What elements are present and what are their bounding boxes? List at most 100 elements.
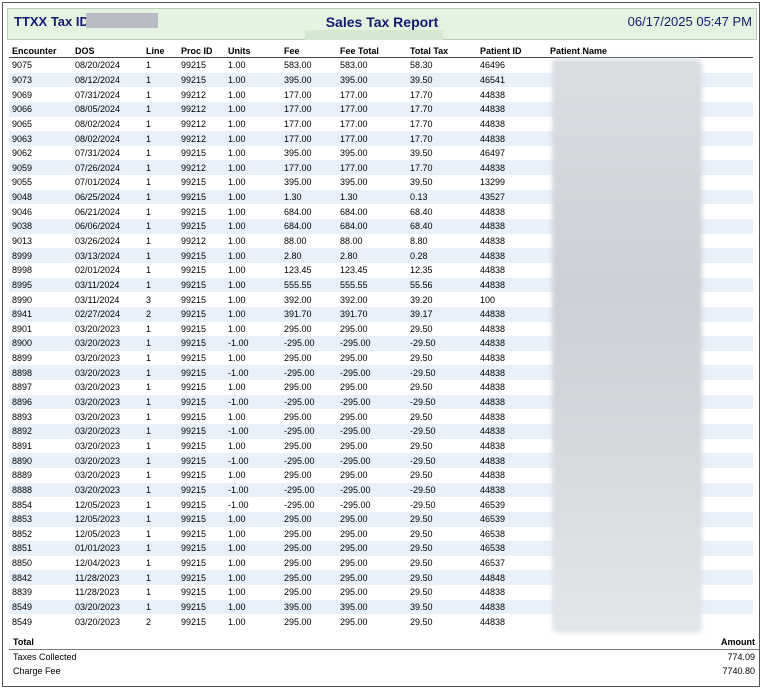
cell-dos: 12/05/2023: [75, 499, 121, 510]
cell-encounter: 8549: [9, 599, 72, 615]
cell-dos: 07/26/2024: [72, 160, 143, 176]
column-header: Patient Name: [547, 45, 753, 58]
cell-dos: 02/27/2024: [72, 306, 143, 322]
redacted-subtitle: [305, 30, 443, 40]
cell-fee: -295.00: [281, 482, 337, 498]
cell-dos: 03/20/2023: [72, 394, 143, 410]
cell-fee: 295.00: [284, 528, 312, 539]
cell-fee-total: -295.00: [337, 394, 407, 410]
cell-fee-total: 395.00: [340, 177, 368, 188]
cell-units: 1.00: [225, 541, 281, 556]
cell-proc: 99215: [181, 558, 207, 569]
cell-units: 1.00: [228, 236, 246, 246]
cell-encounter: 8897: [12, 382, 33, 393]
cell-patient-id: 44838: [480, 353, 506, 364]
cell-fee-total: 177.00: [340, 89, 368, 100]
cell-fee: 177.00: [284, 118, 312, 129]
cell-units: 1.00: [228, 587, 246, 598]
cell-proc: 99212: [181, 89, 207, 100]
cell-line: 1: [146, 89, 152, 100]
cell-patient-id: 13299: [480, 177, 506, 188]
cell-proc: 99215: [178, 453, 225, 468]
cell-fee: 177.00: [284, 89, 312, 100]
cell-proc: 99215: [178, 482, 225, 498]
cell-fee-total: 295.00: [340, 353, 368, 364]
cell-line: 1: [146, 353, 152, 364]
redacted-patient-names: [552, 59, 702, 633]
cell-dos: 12/05/2023: [75, 528, 121, 539]
cell-proc: 99215: [181, 148, 207, 159]
cell-encounter: 8898: [9, 365, 72, 381]
cell-tax: 0.13: [407, 189, 477, 205]
cell-tax: 39.50: [407, 599, 477, 615]
cell-proc: 99212: [178, 131, 225, 146]
cell-line: 1: [146, 148, 152, 159]
cell-patient-id: 44838: [477, 482, 547, 498]
cell-proc: 99215: [178, 541, 225, 556]
cell-fee-total: 295.00: [340, 440, 368, 451]
cell-fee-total: -295.00: [337, 336, 407, 351]
cell-units: 1.00: [225, 306, 281, 322]
cell-fee-total: -295.00: [340, 499, 371, 510]
cell-line: 1: [143, 599, 178, 615]
cell-fee-total: 295.00: [340, 587, 368, 598]
cell-patient-id: 44838: [477, 394, 547, 410]
cell-fee-total: -295.00: [337, 365, 407, 381]
cell-tax: 39.50: [410, 177, 433, 188]
cell-fee: 295.00: [284, 558, 312, 569]
cell-patient-id: 46539: [477, 511, 547, 527]
cell-patient-id: 44838: [477, 160, 547, 176]
cell-patient-id: 44838: [477, 306, 547, 322]
cell-line: 2: [143, 306, 178, 322]
cell-line: 1: [143, 131, 178, 146]
cell-tax: 17.70: [410, 118, 433, 129]
cell-proc: 99215: [181, 323, 207, 334]
cell-tax: 68.40: [407, 219, 477, 234]
cell-units: 1.00: [228, 470, 246, 481]
cell-dos: 03/20/2023: [72, 424, 143, 439]
cell-tax: -29.50: [407, 394, 477, 410]
cell-dos: 03/11/2024: [72, 277, 143, 293]
cell-encounter: 9063: [9, 131, 72, 146]
cell-dos: 03/20/2023: [72, 336, 143, 351]
cell-patient-id: 46497: [480, 148, 506, 159]
cell-dos: 03/26/2024: [75, 236, 121, 246]
cell-line: 1: [143, 365, 178, 381]
cell-line: 1: [143, 570, 178, 586]
cell-proc: 99215: [178, 424, 225, 439]
cell-line: 1: [143, 72, 178, 88]
cell-fee-total: 583.00: [340, 60, 368, 71]
cell-line: 1: [143, 277, 178, 293]
cell-units: 1.00: [228, 528, 246, 539]
cell-patient-id: 44838: [480, 470, 506, 481]
cell-tax: 17.70: [410, 89, 433, 100]
cell-encounter: 9038: [9, 219, 72, 234]
report-header: TTXX Tax ID: Sales Tax Report 06/17/2025…: [7, 8, 757, 40]
cell-fee: 295.00: [284, 470, 312, 481]
cell-patient-id: 46537: [480, 558, 506, 569]
cell-line: 1: [146, 587, 152, 598]
cell-line: 1: [146, 236, 152, 246]
cell-fee: 395.00: [281, 599, 337, 615]
cell-fee: 295.00: [281, 570, 337, 586]
cell-encounter: 8842: [9, 570, 72, 586]
cell-tax: 8.80: [410, 236, 428, 246]
cell-fee: -295.00: [281, 365, 337, 381]
cell-patient-id: 44838: [480, 118, 506, 129]
cell-fee: 395.00: [281, 72, 337, 88]
cell-encounter: 8850: [12, 558, 33, 569]
cell-patient-id: 44838: [477, 248, 547, 263]
cell-proc: 99215: [181, 60, 207, 71]
cell-proc: 99215: [181, 470, 207, 481]
cell-fee-total: 684.00: [340, 206, 368, 217]
cell-dos: 07/01/2024: [75, 177, 121, 188]
cell-tax: 29.50: [410, 528, 433, 539]
cell-fee-total: 395.00: [337, 72, 407, 88]
cell-fee: 295.00: [281, 541, 337, 556]
cell-fee: 395.00: [284, 177, 312, 188]
cell-dos: 12/04/2023: [75, 558, 121, 569]
charge-fee-label: Charge Fee: [13, 666, 61, 676]
cell-units: 1.00: [228, 89, 246, 100]
cell-proc: 99212: [178, 160, 225, 176]
cell-units: -1.00: [225, 365, 281, 381]
